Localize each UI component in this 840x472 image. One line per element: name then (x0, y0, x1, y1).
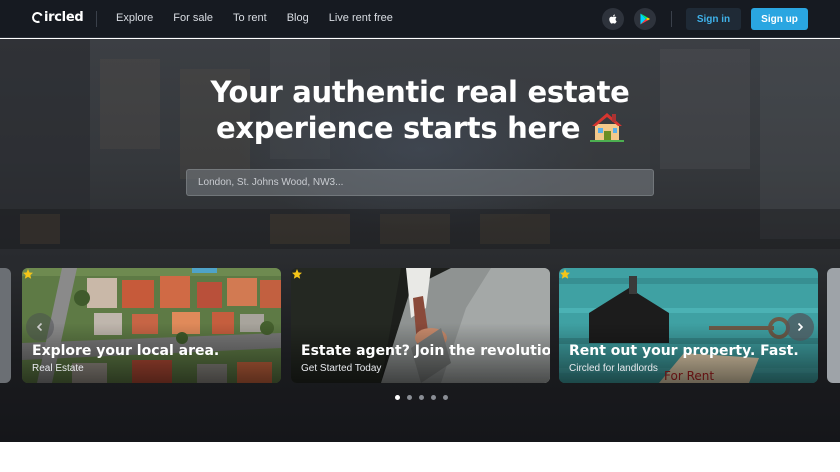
top-navbar: ircled Explore For sale To rent Blog Liv… (0, 0, 840, 38)
nav-links: Explore For sale To rent Blog Live rent … (116, 12, 413, 24)
star-icon (23, 269, 33, 279)
house-icon (590, 113, 624, 142)
carousel-pagination (395, 395, 448, 400)
carousel-card-partial-right[interactable] (827, 268, 840, 383)
carousel-dot-1[interactable] (395, 395, 400, 400)
carousel-prev-button[interactable] (26, 313, 54, 341)
card-title: Estate agent? Join the revolution! (301, 343, 550, 359)
card-title: Explore your local area. (32, 343, 220, 359)
carousel-dot-5[interactable] (443, 395, 448, 400)
chevron-left-icon (36, 322, 43, 332)
nav-link-for-sale[interactable]: For sale (173, 12, 213, 24)
star-icon (292, 269, 302, 279)
star-icon (560, 269, 570, 279)
app-store-button[interactable] (602, 8, 624, 30)
chevron-right-icon (797, 322, 804, 332)
sign-up-button[interactable]: Sign up (751, 8, 808, 30)
card-subtitle: Get Started Today (301, 363, 382, 374)
hero-section: Your authentic real estate experience st… (0, 39, 840, 442)
card-title: Rent out your property. Fast. (569, 343, 799, 359)
card-subtitle: Circled for landlords (569, 363, 658, 374)
hero-title: Your authentic real estate experience st… (0, 75, 840, 146)
carousel-next-button[interactable] (786, 313, 814, 341)
nav-link-blog[interactable]: Blog (287, 12, 309, 24)
hero-title-line-1: Your authentic real estate (210, 75, 630, 109)
logo[interactable]: ircled (30, 10, 84, 25)
nav-divider (671, 11, 672, 27)
nav-link-to-rent[interactable]: To rent (233, 12, 267, 24)
google-play-icon (639, 13, 650, 25)
carousel-dot-3[interactable] (419, 395, 424, 400)
google-play-button[interactable] (634, 8, 656, 30)
location-search-input[interactable] (186, 169, 654, 196)
brand-name: ircled (44, 10, 84, 25)
nav-link-explore[interactable]: Explore (116, 12, 153, 24)
carousel-card-explore[interactable]: Explore your local area. Real Estate (22, 268, 281, 383)
carousel-dot-4[interactable] (431, 395, 436, 400)
carousel-card-estate-agent[interactable]: Estate agent? Join the revolution! Get S… (291, 268, 550, 383)
nav-link-live-rent-free[interactable]: Live rent free (329, 12, 393, 24)
hero-title-line-2: experience starts here (215, 111, 581, 145)
logo-c-mark (30, 10, 45, 25)
carousel-dot-2[interactable] (407, 395, 412, 400)
card-subtitle: Real Estate (32, 363, 84, 374)
carousel-card-rent-out[interactable]: For Rent Rent out your property. Fast. C… (559, 268, 818, 383)
page: ircled Explore For sale To rent Blog Liv… (0, 0, 840, 472)
sign-in-button[interactable]: Sign in (686, 8, 741, 30)
carousel-card-partial-left[interactable] (0, 268, 11, 383)
nav-divider (96, 11, 97, 27)
apple-icon (608, 14, 617, 24)
